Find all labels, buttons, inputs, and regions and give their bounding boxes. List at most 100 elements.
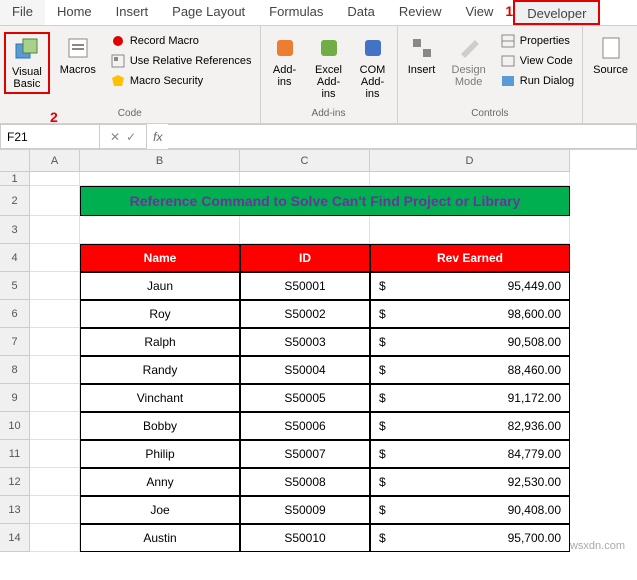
macro-security-button[interactable]: Macro Security bbox=[106, 72, 256, 90]
properties-icon bbox=[500, 33, 516, 49]
row-header-3[interactable]: 3 bbox=[0, 216, 30, 244]
macros-icon bbox=[64, 34, 92, 62]
table-cell-rev[interactable]: $88,460.00 bbox=[370, 356, 570, 384]
spreadsheet-grid: A B C D 1234567891011121314 Reference Co… bbox=[0, 150, 637, 552]
record-macro-button[interactable]: Record Macro bbox=[106, 32, 256, 50]
tab-data[interactable]: Data bbox=[335, 0, 386, 25]
row-header-10[interactable]: 10 bbox=[0, 412, 30, 440]
group-label-addins: Add-ins bbox=[265, 108, 393, 121]
row-header-14[interactable]: 14 bbox=[0, 524, 30, 552]
table-cell-id[interactable]: S50003 bbox=[240, 328, 370, 356]
tab-insert[interactable]: Insert bbox=[104, 0, 161, 25]
macro-security-icon bbox=[110, 73, 126, 89]
table-cell-id[interactable]: S50002 bbox=[240, 300, 370, 328]
table-cell-rev[interactable]: $92,530.00 bbox=[370, 468, 570, 496]
table-cell-id[interactable]: S50007 bbox=[240, 440, 370, 468]
tab-page-layout[interactable]: Page Layout bbox=[160, 0, 257, 25]
row-header-7[interactable]: 7 bbox=[0, 328, 30, 356]
row-headers: 1234567891011121314 bbox=[0, 172, 30, 552]
formula-buttons: ✕ ✓ bbox=[100, 124, 147, 149]
view-code-button[interactable]: View Code bbox=[496, 52, 578, 70]
table-cell-rev[interactable]: $82,936.00 bbox=[370, 412, 570, 440]
title-cell[interactable]: Reference Command to Solve Can't Find Pr… bbox=[80, 186, 570, 216]
watermark: wsxdn.com bbox=[570, 540, 625, 552]
macros-button[interactable]: Macros bbox=[54, 32, 102, 78]
annotation-1: 1 bbox=[505, 3, 513, 25]
table-header-rev[interactable]: Rev Earned bbox=[370, 244, 570, 272]
row-header-13[interactable]: 13 bbox=[0, 496, 30, 524]
table-cell-rev[interactable]: $90,508.00 bbox=[370, 328, 570, 356]
row-header-11[interactable]: 11 bbox=[0, 440, 30, 468]
table-cell-rev[interactable]: $95,449.00 bbox=[370, 272, 570, 300]
com-addins-label: COM Add-ins bbox=[359, 64, 387, 100]
visual-basic-button[interactable]: Visual Basic bbox=[4, 32, 50, 94]
com-addins-icon bbox=[359, 34, 387, 62]
run-dialog-button[interactable]: Run Dialog bbox=[496, 72, 578, 90]
source-button[interactable]: Source bbox=[587, 32, 634, 78]
annotation-2: 2 bbox=[50, 109, 58, 125]
tab-review[interactable]: Review bbox=[387, 0, 454, 25]
table-cell-name[interactable]: Jaun bbox=[80, 272, 240, 300]
table-cell-rev[interactable]: $90,408.00 bbox=[370, 496, 570, 524]
table-cell-id[interactable]: S50001 bbox=[240, 272, 370, 300]
tab-formulas[interactable]: Formulas bbox=[257, 0, 335, 25]
insert-control-icon bbox=[408, 34, 436, 62]
table-cell-name[interactable]: Vinchant bbox=[80, 384, 240, 412]
confirm-icon[interactable]: ✓ bbox=[126, 130, 136, 144]
run-dialog-label: Run Dialog bbox=[520, 75, 574, 87]
name-box[interactable]: F21 bbox=[0, 124, 100, 149]
tab-developer[interactable]: Developer bbox=[513, 0, 600, 25]
table-cell-id[interactable]: S50005 bbox=[240, 384, 370, 412]
table-cell-name[interactable]: Anny bbox=[80, 468, 240, 496]
table-cell-id[interactable]: S50010 bbox=[240, 524, 370, 552]
table-cell-rev[interactable]: $95,700.00 bbox=[370, 524, 570, 552]
table-header-name[interactable]: Name bbox=[80, 244, 240, 272]
col-header-b[interactable]: B bbox=[80, 150, 240, 172]
table-header-id[interactable]: ID bbox=[240, 244, 370, 272]
tab-home[interactable]: Home bbox=[45, 0, 104, 25]
row-header-5[interactable]: 5 bbox=[0, 272, 30, 300]
macro-security-label: Macro Security bbox=[130, 75, 203, 87]
table-cell-id[interactable]: S50008 bbox=[240, 468, 370, 496]
properties-button[interactable]: Properties bbox=[496, 32, 578, 50]
cancel-icon[interactable]: ✕ bbox=[110, 130, 120, 144]
row-header-8[interactable]: 8 bbox=[0, 356, 30, 384]
row-header-1[interactable]: 1 bbox=[0, 172, 30, 186]
table-cell-id[interactable]: S50009 bbox=[240, 496, 370, 524]
table-cell-name[interactable]: Ralph bbox=[80, 328, 240, 356]
source-label: Source bbox=[593, 64, 628, 76]
col-header-d[interactable]: D bbox=[370, 150, 570, 172]
table-cell-name[interactable]: Roy bbox=[80, 300, 240, 328]
com-addins-button[interactable]: COM Add-ins bbox=[353, 32, 393, 102]
design-mode-button[interactable]: Design Mode bbox=[446, 32, 492, 90]
tab-view[interactable]: View bbox=[453, 0, 505, 25]
col-header-c[interactable]: C bbox=[240, 150, 370, 172]
relative-refs-button[interactable]: Use Relative References bbox=[106, 52, 256, 70]
table-cell-name[interactable]: Joe bbox=[80, 496, 240, 524]
fx-icon[interactable]: fx bbox=[147, 124, 168, 149]
table-cell-id[interactable]: S50006 bbox=[240, 412, 370, 440]
excel-addins-button[interactable]: Excel Add-ins bbox=[309, 32, 349, 102]
row-header-9[interactable]: 9 bbox=[0, 384, 30, 412]
col-header-a[interactable]: A bbox=[30, 150, 80, 172]
table-cell-rev[interactable]: $98,600.00 bbox=[370, 300, 570, 328]
row-header-12[interactable]: 12 bbox=[0, 468, 30, 496]
row-header-2[interactable]: 2 bbox=[0, 186, 30, 216]
select-all-corner[interactable] bbox=[0, 150, 30, 172]
insert-control-button[interactable]: Insert bbox=[402, 32, 442, 78]
tab-file[interactable]: File bbox=[0, 0, 45, 25]
table-cell-id[interactable]: S50004 bbox=[240, 356, 370, 384]
group-label-code: Code bbox=[4, 108, 256, 121]
row-header-6[interactable]: 6 bbox=[0, 300, 30, 328]
formula-bar[interactable] bbox=[168, 124, 637, 149]
table-cell-name[interactable]: Randy bbox=[80, 356, 240, 384]
addins-button[interactable]: Add- ins bbox=[265, 32, 305, 90]
table-cell-name[interactable]: Austin bbox=[80, 524, 240, 552]
row-header-4[interactable]: 4 bbox=[0, 244, 30, 272]
table-cell-rev[interactable]: $84,779.00 bbox=[370, 440, 570, 468]
view-code-label: View Code bbox=[520, 55, 573, 67]
cells-area[interactable]: Reference Command to Solve Can't Find Pr… bbox=[30, 172, 570, 552]
table-cell-name[interactable]: Bobby bbox=[80, 412, 240, 440]
table-cell-rev[interactable]: $91,172.00 bbox=[370, 384, 570, 412]
table-cell-name[interactable]: Philip bbox=[80, 440, 240, 468]
